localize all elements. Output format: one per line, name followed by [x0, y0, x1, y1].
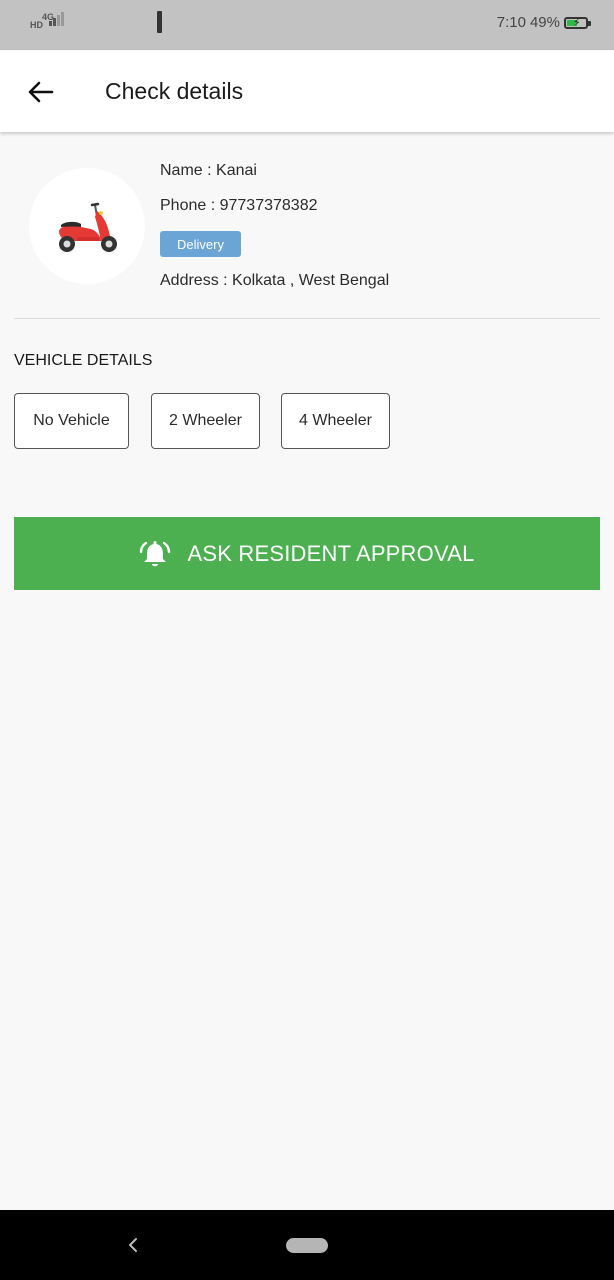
status-bar: HD 4G 7:10 49% ⚡: [0, 0, 614, 50]
app-bar: Check details: [0, 51, 614, 132]
clock: 7:10: [496, 14, 526, 31]
page-title: Check details: [105, 78, 244, 104]
divider: [14, 318, 600, 319]
network-label: 4G: [42, 12, 55, 22]
visitor-phone: Phone : 97737378382: [160, 197, 318, 214]
arrow-left-icon: [28, 81, 54, 103]
ask-resident-approval-button[interactable]: ASK RESIDENT APPROVAL: [14, 517, 600, 590]
nav-home-button[interactable]: [286, 1238, 328, 1253]
scooter-icon: [59, 202, 117, 252]
system-nav-bar: [0, 1210, 614, 1280]
no-vehicle-button[interactable]: No Vehicle: [14, 393, 129, 449]
nav-back-icon[interactable]: [126, 1234, 140, 1256]
notification-pill-icon: [157, 11, 162, 33]
battery-icon: ⚡: [564, 16, 591, 29]
status-right: 7:10 49% ⚡: [496, 14, 591, 31]
four-wheeler-button[interactable]: 4 Wheeler: [281, 393, 390, 449]
avatar: [29, 168, 145, 284]
alarm-bell-icon: [140, 540, 171, 566]
network-type: HD 4G: [30, 13, 54, 30]
visitor-type-badge: Delivery: [160, 231, 241, 257]
battery-percent: 49%: [529, 14, 560, 31]
network-indicator: HD 4G: [30, 12, 64, 30]
visitor-address: Address : Kolkata , West Bengal: [160, 272, 390, 289]
back-button[interactable]: [22, 73, 60, 111]
two-wheeler-button[interactable]: 2 Wheeler: [151, 393, 260, 449]
visitor-name: Name : Kanai: [160, 162, 257, 179]
approve-button-label: ASK RESIDENT APPROVAL: [187, 540, 475, 566]
vehicle-details-heading: VEHICLE DETAILS: [14, 352, 153, 369]
